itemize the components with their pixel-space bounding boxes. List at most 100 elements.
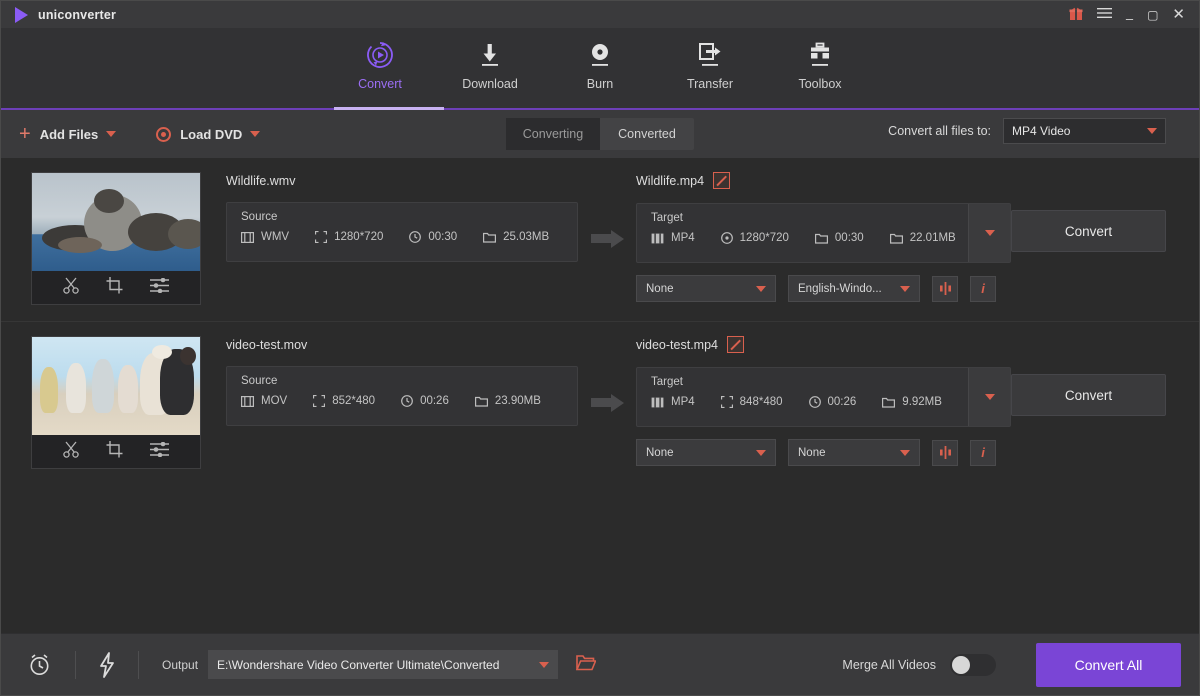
source-size: 23.90MB bbox=[475, 395, 541, 407]
sliders-icon-svg bbox=[150, 278, 169, 293]
toolbox-icon-svg bbox=[805, 40, 835, 70]
trim-scissors-icon[interactable] bbox=[63, 441, 80, 463]
target-file-name-text: Wildlife.mp4 bbox=[636, 174, 704, 188]
crop-icon[interactable] bbox=[106, 277, 123, 299]
uniconverter-window: uniconverter – ▢ ✕ bbox=[0, 0, 1200, 696]
source-duration: 00:30 bbox=[409, 231, 457, 243]
chevron-down-icon[interactable] bbox=[539, 662, 549, 668]
target-file-name: video-test.mp4 bbox=[636, 336, 1011, 353]
merge-split-button[interactable] bbox=[932, 276, 958, 302]
open-folder-icon[interactable] bbox=[576, 654, 596, 676]
clock-icon bbox=[401, 395, 413, 407]
film-format-icon bbox=[241, 396, 254, 407]
seals-on-ice-thumbnail[interactable] bbox=[32, 173, 200, 271]
merge-split-button[interactable] bbox=[932, 440, 958, 466]
source-size: 25.03MB bbox=[483, 231, 549, 243]
nav-item-convert[interactable]: Convert bbox=[325, 40, 435, 91]
target-size-text: 22.01MB bbox=[910, 232, 956, 244]
resolution-icon bbox=[315, 231, 327, 243]
convert-button[interactable]: Convert bbox=[1011, 210, 1166, 252]
load-dvd-button[interactable]: Load DVD bbox=[156, 127, 242, 142]
add-files-button[interactable]: + Add Files bbox=[19, 127, 98, 142]
audio-track-select[interactable]: None bbox=[788, 439, 920, 466]
source-resolution-text: 852*480 bbox=[332, 395, 375, 407]
nav-item-burn[interactable]: Burn bbox=[545, 40, 655, 91]
audio-track-select[interactable]: English-Windo... bbox=[788, 275, 920, 302]
effects-sliders-icon[interactable] bbox=[150, 442, 169, 462]
edit-pencil-icon[interactable] bbox=[713, 172, 730, 189]
edit-pencil-icon[interactable] bbox=[727, 336, 744, 353]
resolution-icon bbox=[313, 395, 325, 407]
target-stats: MP4 1280*720 bbox=[651, 232, 996, 244]
minimize-button[interactable]: – bbox=[1126, 12, 1133, 25]
title-bar: uniconverter – ▢ ✕ bbox=[1, 1, 1199, 28]
nav-item-transfer[interactable]: Transfer bbox=[655, 40, 765, 91]
source-file-name: video-test.mov bbox=[226, 338, 578, 352]
info-icon: i bbox=[981, 445, 985, 460]
source-panel-title: Source bbox=[241, 211, 563, 223]
clock-icon bbox=[809, 396, 821, 408]
folder-icon bbox=[475, 396, 488, 407]
add-files-dropdown-caret-icon[interactable] bbox=[106, 131, 116, 137]
convert-all-to-label: Convert all files to: bbox=[888, 124, 991, 138]
beach-party-thumbnail[interactable] bbox=[32, 337, 200, 435]
target-panel-title: Target bbox=[651, 212, 996, 224]
effects-sliders-icon[interactable] bbox=[150, 278, 169, 298]
thumbnail-tools bbox=[32, 435, 200, 468]
nav-label-toolbox: Toolbox bbox=[798, 77, 841, 91]
trim-scissors-icon[interactable] bbox=[63, 277, 80, 299]
convert-all-to-group: Convert all files to: MP4 Video bbox=[888, 118, 1166, 144]
target-resolution-text: 1280*720 bbox=[740, 232, 789, 244]
app-title: uniconverter bbox=[38, 8, 116, 22]
audio-track-select-value: English-Windo... bbox=[798, 283, 882, 295]
gift-icon[interactable] bbox=[1069, 7, 1083, 23]
output-path-input[interactable]: E:\Wondershare Video Converter Ultimate\… bbox=[208, 650, 558, 679]
convert-all-button[interactable]: Convert All bbox=[1036, 643, 1181, 687]
split-merge-icon bbox=[938, 282, 953, 295]
burn-icon-svg bbox=[585, 40, 615, 70]
target-resolution: 848*480 bbox=[721, 396, 783, 408]
table-row: video-test.mov Source MOV bbox=[1, 321, 1199, 484]
crop-icon[interactable] bbox=[106, 441, 123, 463]
scissors-icon-svg bbox=[63, 441, 80, 458]
convert-action-cell: Convert bbox=[1011, 172, 1181, 252]
load-dvd-dropdown-caret-icon[interactable] bbox=[250, 131, 260, 137]
video-thumbnail-card bbox=[31, 172, 201, 305]
file-toolbar: + Add Files Load DVD Converting Converte… bbox=[1, 110, 1199, 158]
nav-item-toolbox[interactable]: Toolbox bbox=[765, 40, 875, 91]
convert-all-to-select[interactable]: MP4 Video bbox=[1003, 118, 1166, 144]
tab-converting[interactable]: Converting bbox=[506, 118, 600, 150]
subtitle-select-value: None bbox=[646, 447, 674, 459]
target-format-dropdown-button[interactable] bbox=[968, 204, 1010, 262]
lightning-bolt-icon[interactable] bbox=[99, 652, 115, 678]
target-resolution-text: 848*480 bbox=[740, 396, 783, 408]
target-duration-text: 00:30 bbox=[835, 232, 864, 244]
source-file-name-text: video-test.mov bbox=[226, 338, 307, 352]
crop-icon-svg bbox=[106, 441, 123, 458]
folder-icon bbox=[483, 232, 496, 243]
subtitle-select[interactable]: None bbox=[636, 275, 776, 302]
source-resolution: 1280*720 bbox=[315, 231, 383, 243]
convert-button[interactable]: Convert bbox=[1011, 374, 1166, 416]
merge-all-videos-toggle[interactable] bbox=[950, 654, 996, 676]
source-file-name-text: Wildlife.wmv bbox=[226, 174, 295, 188]
source-duration-text: 00:30 bbox=[428, 231, 457, 243]
alarm-clock-icon[interactable] bbox=[27, 652, 52, 677]
info-button[interactable]: i bbox=[970, 440, 996, 466]
target-options: None None i bbox=[636, 439, 1011, 466]
resolution-icon bbox=[721, 396, 733, 408]
target-meta: Wildlife.mp4 Target MP4 bbox=[636, 172, 1011, 302]
sliders-icon-svg bbox=[150, 442, 169, 457]
chevron-down-icon bbox=[900, 286, 910, 292]
table-row: Wildlife.wmv Source WMV bbox=[1, 158, 1199, 321]
close-button[interactable]: ✕ bbox=[1172, 7, 1185, 22]
hamburger-menu-icon[interactable] bbox=[1097, 7, 1112, 22]
target-format-dropdown-button[interactable] bbox=[968, 368, 1010, 426]
tab-converted[interactable]: Converted bbox=[600, 118, 694, 150]
maximize-button[interactable]: ▢ bbox=[1147, 9, 1158, 21]
target-duration-text: 00:26 bbox=[828, 396, 857, 408]
nav-item-download[interactable]: Download bbox=[435, 40, 545, 91]
subtitle-select[interactable]: None bbox=[636, 439, 776, 466]
nav-label-download: Download bbox=[462, 77, 518, 91]
info-button[interactable]: i bbox=[970, 276, 996, 302]
